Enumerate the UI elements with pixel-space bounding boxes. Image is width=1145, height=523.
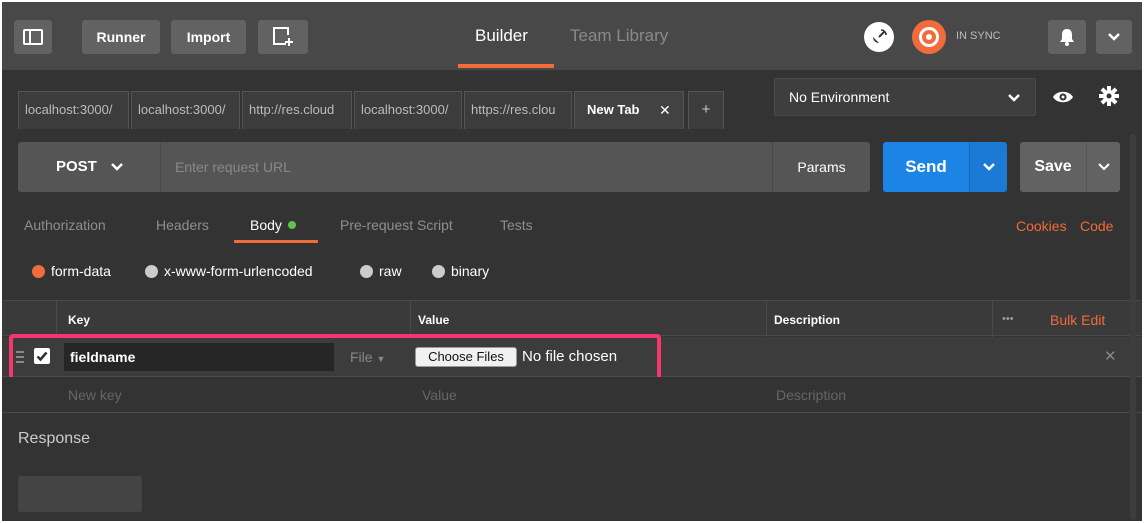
sidebar-toggle-button[interactable]	[14, 20, 52, 54]
interceptor-button[interactable]	[864, 22, 894, 52]
new-window-button[interactable]	[258, 20, 308, 54]
radio-binary[interactable]: binary	[432, 263, 489, 279]
chevron-down-icon	[1098, 163, 1110, 171]
radio-selected-dot	[32, 264, 45, 278]
bell-icon	[1060, 29, 1074, 46]
chevron-down-icon	[1008, 94, 1020, 102]
params-button[interactable]: Params	[772, 142, 870, 192]
request-url-input[interactable]	[160, 142, 772, 192]
params-table-header: Key Value Description ••• Bulk Edit	[2, 300, 1142, 336]
builder-tab[interactable]: Builder	[475, 26, 528, 46]
radio-label: form-data	[51, 263, 111, 279]
request-tab[interactable]: http://res.cloud	[242, 91, 352, 129]
chevron-down-icon	[1108, 33, 1120, 41]
tab-tests[interactable]: Tests	[500, 217, 533, 233]
tab-body[interactable]: Body	[250, 217, 296, 233]
method-label: POST	[56, 158, 97, 175]
tab-authorization[interactable]: Authorization	[24, 217, 106, 233]
table-row-new	[2, 377, 1142, 413]
checkmark-icon	[36, 351, 48, 362]
new-tab-button[interactable]: +	[688, 91, 724, 129]
radio-urlencoded[interactable]: x-www-form-urlencoded	[145, 263, 313, 279]
request-tab[interactable]: localhost:3000/	[131, 91, 240, 129]
body-tab-indicator	[234, 240, 318, 243]
caret-down-icon: ▼	[376, 354, 386, 364]
choose-files-button[interactable]: Choose Files	[415, 347, 517, 367]
team-library-tab[interactable]: Team Library	[570, 26, 668, 46]
request-tab[interactable]: https://res.clou	[464, 91, 572, 129]
more-options-icon[interactable]: •••	[1002, 313, 1014, 325]
radio-dot	[145, 264, 158, 278]
radio-form-data[interactable]: form-data	[32, 263, 111, 279]
body-indicator-dot	[287, 221, 296, 229]
close-icon[interactable]: ✕	[659, 92, 671, 128]
column-header-value: Value	[418, 313, 450, 327]
radio-label: raw	[379, 263, 402, 279]
new-window-icon	[273, 27, 293, 46]
send-dropdown-button[interactable]	[969, 142, 1007, 192]
request-tabs-bar: localhost:3000/ localhost:3000/ http://r…	[2, 70, 1142, 130]
key-type-selector[interactable]: File ▼	[350, 349, 385, 365]
sync-status-icon[interactable]	[912, 20, 946, 54]
new-key-placeholder[interactable]: New key	[68, 387, 122, 403]
builder-tab-indicator	[458, 64, 554, 68]
scrollbar[interactable]	[1130, 134, 1136, 520]
eye-icon	[1053, 91, 1073, 103]
plus-icon: +	[701, 101, 711, 118]
environment-quick-look-button[interactable]	[1048, 84, 1078, 110]
column-header-description: Description	[774, 313, 841, 327]
manage-environments-button[interactable]	[1094, 82, 1124, 110]
request-tab[interactable]: localhost:3000/	[18, 91, 129, 129]
request-tab-label: New Tab	[587, 102, 640, 117]
settings-menu-button[interactable]	[1096, 20, 1132, 54]
notifications-button[interactable]	[1048, 20, 1086, 54]
key-input[interactable]	[64, 343, 334, 371]
top-header: Runner Import Builder Team Library IN SY…	[2, 2, 1142, 70]
new-description-placeholder[interactable]: Description	[776, 387, 846, 403]
runner-button[interactable]: Runner	[82, 20, 160, 54]
environment-selector[interactable]: No Environment	[774, 78, 1036, 116]
postman-window: Runner Import Builder Team Library IN SY…	[2, 2, 1142, 521]
request-tab[interactable]: localhost:3000/	[354, 91, 462, 129]
save-button[interactable]: Save	[1020, 142, 1086, 192]
send-button[interactable]: Send	[883, 142, 969, 192]
file-status-text: No file chosen	[522, 348, 618, 365]
drag-handle-icon[interactable]	[16, 351, 24, 363]
column-divider	[992, 300, 993, 337]
cookies-link[interactable]: Cookies	[1016, 218, 1067, 234]
method-selector[interactable]: POST	[18, 142, 160, 192]
new-value-placeholder[interactable]: Value	[422, 387, 457, 403]
environment-selected: No Environment	[789, 89, 890, 105]
gear-icon	[1099, 86, 1119, 106]
radio-dot	[432, 264, 445, 278]
radio-raw[interactable]: raw	[360, 263, 402, 279]
key-type-label: File	[350, 349, 373, 365]
save-dropdown-button[interactable]	[1086, 142, 1120, 192]
request-tab-active[interactable]: New Tab ✕	[574, 91, 684, 129]
tab-prerequest-script[interactable]: Pre-request Script	[340, 217, 453, 233]
satellite-icon	[873, 29, 887, 43]
sidebar-icon	[23, 29, 43, 45]
chevron-down-icon	[111, 163, 123, 171]
tab-headers[interactable]: Headers	[156, 217, 209, 233]
radio-label: x-www-form-urlencoded	[164, 263, 313, 279]
import-button[interactable]: Import	[171, 20, 246, 54]
bulk-edit-link[interactable]: Bulk Edit	[1050, 312, 1105, 328]
response-section-title: Response	[18, 430, 91, 447]
column-header-key: Key	[68, 313, 91, 327]
delete-row-icon[interactable]: ✕	[1104, 347, 1117, 365]
tab-body-label: Body	[250, 217, 282, 233]
row-enabled-checkbox[interactable]	[34, 348, 50, 364]
sync-status-label: IN SYNC	[956, 30, 1001, 42]
response-placeholder-bar	[18, 476, 142, 512]
code-link[interactable]: Code	[1080, 218, 1113, 234]
radio-dot	[360, 264, 373, 278]
radio-label: binary	[451, 263, 490, 279]
chevron-down-icon	[983, 163, 995, 171]
